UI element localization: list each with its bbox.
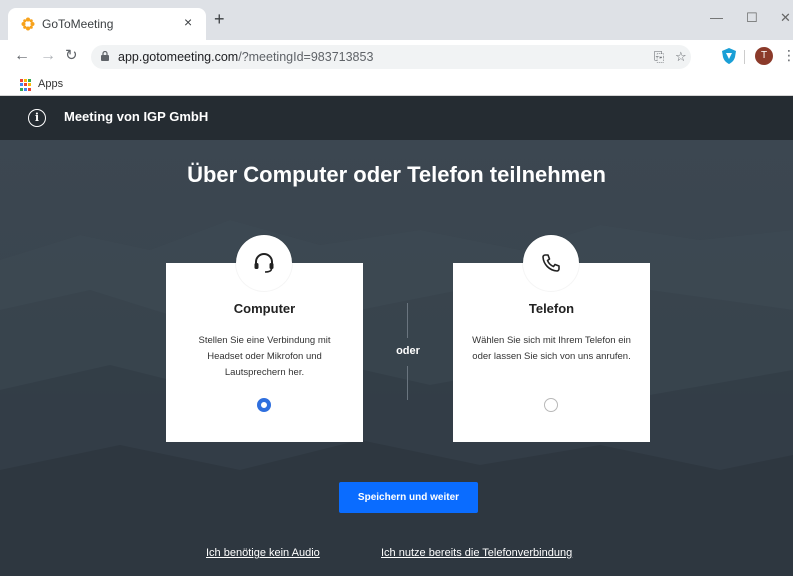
- computer-option-title: Computer: [233, 301, 296, 316]
- meeting-title: Meeting von IGP GmbH: [64, 109, 209, 124]
- browser-toolbar: ← → ↻ app.gotomeeting.com/?meetingId=983…: [0, 40, 793, 74]
- apps-bookmark[interactable]: Apps: [38, 78, 63, 90]
- close-icon[interactable]: ✕: [780, 10, 791, 26]
- phone-audio-option[interactable]: Telefon Wählen Sie sich mit Ihrem Telefo…: [453, 235, 650, 442]
- computer-audio-option[interactable]: Computer Stellen Sie eine Verbindung mit…: [166, 235, 363, 442]
- tab-close-icon[interactable]: ×: [184, 14, 192, 30]
- profile-avatar[interactable]: T: [755, 47, 773, 65]
- separator-line-top: [407, 303, 408, 338]
- browser-tab[interactable]: GoToMeeting ×: [8, 8, 206, 40]
- new-tab-button[interactable]: +: [214, 10, 225, 28]
- maximize-icon[interactable]: ☐: [746, 10, 758, 26]
- back-arrow-icon[interactable]: ←: [14, 47, 30, 65]
- or-separator: oder: [396, 345, 420, 357]
- gotomeeting-favicon-icon: [21, 17, 35, 31]
- info-icon[interactable]: i: [28, 109, 46, 127]
- computer-radio[interactable]: [257, 398, 271, 412]
- star-icon[interactable]: ☆: [675, 49, 687, 65]
- computer-option-description: Stellen Sie eine Verbindung mit Headset …: [198, 335, 331, 378]
- apps-grid-icon[interactable]: [20, 79, 32, 91]
- phone-option-title: Telefon: [528, 301, 575, 316]
- toolbar-separator: [744, 50, 745, 64]
- address-bar[interactable]: app.gotomeeting.com/?meetingId=983713853…: [91, 45, 691, 69]
- phone-option-description: Wählen Sie sich mit Ihrem Telefon ein od…: [472, 335, 631, 362]
- browser-tab-bar: GoToMeeting × + — ☐ ✕: [0, 0, 793, 40]
- app-header: i Meeting von IGP GmbH: [0, 96, 793, 140]
- minimize-icon[interactable]: —: [710, 10, 723, 25]
- lock-icon: [101, 51, 109, 61]
- phone-icon: [542, 254, 560, 272]
- phone-radio[interactable]: [544, 398, 558, 412]
- no-audio-link[interactable]: Ich benötige kein Audio: [206, 547, 320, 559]
- already-on-phone-link[interactable]: Ich nutze bereits die Telefonverbindung: [381, 547, 572, 559]
- icon-circle: [236, 235, 292, 291]
- translate-icon[interactable]: ⎘: [654, 49, 664, 65]
- reload-icon[interactable]: ↻: [65, 47, 78, 65]
- url-text[interactable]: app.gotomeeting.com/?meetingId=983713853: [118, 50, 373, 64]
- headset-icon: [254, 253, 274, 273]
- save-and-continue-button[interactable]: Speichern und weiter: [339, 482, 478, 513]
- menu-dots-icon[interactable]: ⋮: [782, 47, 793, 64]
- page-title: Über Computer oder Telefon teilnehmen: [187, 162, 606, 187]
- separator-line-bottom: [407, 366, 408, 400]
- forward-arrow-icon[interactable]: →: [40, 47, 56, 65]
- bookmarks-bar: Apps: [0, 74, 793, 96]
- extension-icon[interactable]: [722, 48, 736, 64]
- tab-title: GoToMeeting: [42, 17, 114, 31]
- icon-circle: [523, 235, 579, 291]
- audio-selection-panel: Über Computer oder Telefon teilnehmen Co…: [0, 140, 793, 576]
